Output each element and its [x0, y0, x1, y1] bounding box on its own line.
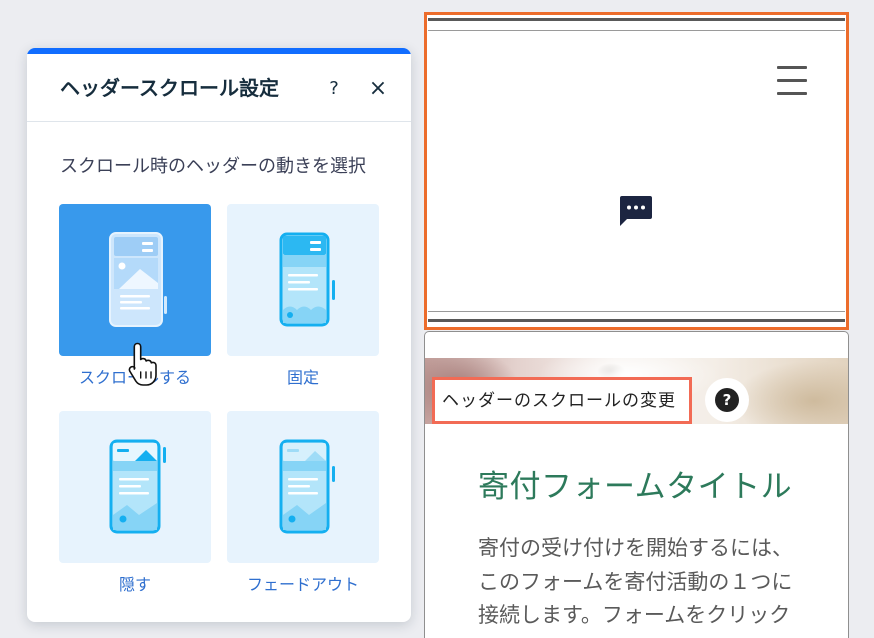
form-description: 寄付の受け付けを開始するには、 このフォームを寄付活動の１つに 接続します。フォ…	[478, 532, 843, 633]
option-fixed[interactable]: 固定	[227, 204, 379, 394]
header-bottom-border	[428, 319, 845, 322]
option-tile-fade[interactable]	[227, 411, 379, 563]
chat-bubble-icon[interactable]	[619, 195, 653, 227]
form-title: 寄付フォームタイトル	[478, 469, 793, 504]
change-header-scroll-label[interactable]: ヘッダーのスクロールの変更	[432, 377, 692, 424]
header-top-rule	[428, 30, 845, 31]
form-description-line: このフォームを寄付活動の１つに	[478, 570, 793, 594]
option-tile-hide[interactable]	[59, 411, 211, 563]
header-scroll-settings-panel: ヘッダースクロール設定 ? × スクロール時のヘッダーの動きを選択 固定 隠す …	[27, 48, 411, 622]
panel-accent-bar	[27, 48, 411, 54]
question-icon: ?	[715, 388, 739, 412]
option-label-hide[interactable]: 隠す	[49, 575, 221, 597]
header-bottom-rule	[428, 311, 845, 312]
phone-scroll-icon	[109, 232, 167, 327]
hand-pointer-cursor-icon	[128, 342, 157, 386]
option-tile-fixed[interactable]	[227, 204, 379, 356]
close-icon: ×	[368, 76, 388, 101]
panel-title: ヘッダースクロール設定	[60, 78, 279, 100]
option-label-fixed[interactable]: 固定	[217, 368, 389, 390]
hamburger-bar	[777, 79, 807, 82]
panel-subtitle: スクロール時のヘッダーの動きを選択	[60, 156, 366, 176]
hamburger-bar	[777, 92, 807, 95]
phone-fade-icon	[279, 439, 335, 534]
hamburger-menu-icon[interactable]	[775, 61, 809, 97]
panel-divider	[27, 121, 411, 122]
phone-hide-icon	[109, 439, 166, 534]
option-tile-scroll[interactable]	[59, 204, 211, 356]
form-description-line: 寄付の受け付けを開始するには、	[478, 537, 793, 560]
header-top-border	[428, 18, 845, 21]
option-label-fade[interactable]: フェードアウト	[217, 575, 389, 597]
editor-canvas: ヘッダースクロール設定 ? × スクロール時のヘッダーの動きを選択 固定 隠す …	[0, 0, 874, 638]
hamburger-bar	[777, 66, 807, 69]
phone-fixed-icon	[279, 232, 335, 327]
help-button[interactable]: ?	[322, 77, 346, 101]
form-description-line: 接続します。フォームをクリック	[478, 604, 791, 627]
help-button[interactable]: ?	[705, 378, 749, 422]
donation-form-section: ヘッダーのスクロールの変更 ? 寄付フォームタイトル 寄付の受け付けを開始するに…	[424, 331, 849, 638]
help-icon: ?	[329, 78, 339, 99]
option-hide[interactable]: 隠す	[59, 411, 211, 601]
option-fade[interactable]: フェードアウト	[227, 411, 379, 601]
close-button[interactable]: ×	[366, 77, 390, 101]
site-header-preview[interactable]	[424, 12, 849, 330]
